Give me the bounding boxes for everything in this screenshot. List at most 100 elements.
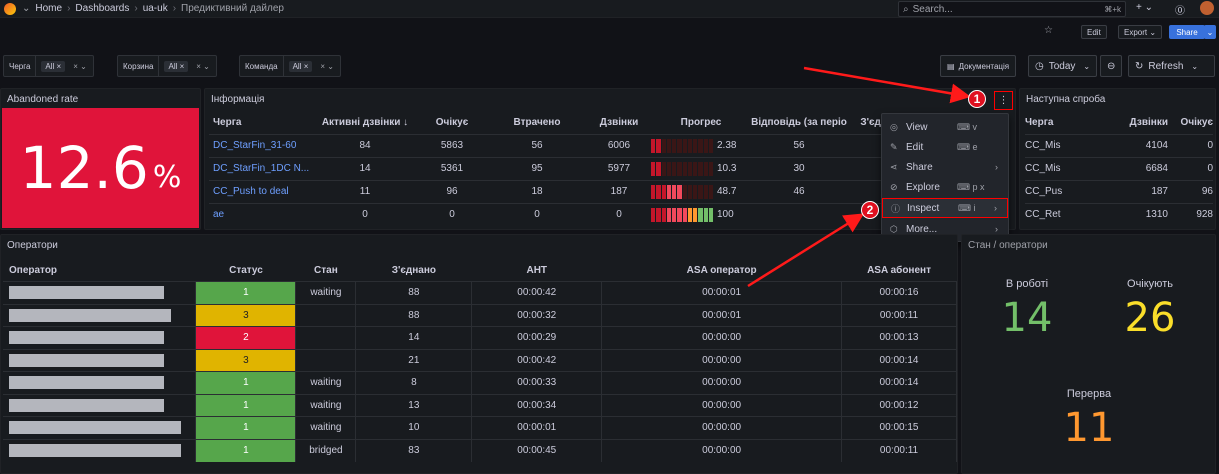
cell: 00:00:33 [471,371,603,394]
progress-gauge [651,207,713,222]
compass-icon: ⊘ [890,181,898,192]
cell: 00:00:00 [601,438,843,462]
column-header[interactable]: З'єднано [356,259,472,282]
cell: 0 [313,202,417,226]
queue-link[interactable]: DC_StarFin_31-60 [209,133,313,157]
queue-link[interactable]: CC_Push to deal [209,179,313,203]
edit-button[interactable]: Edit [1081,25,1107,39]
breadcrumb-home[interactable]: Home [35,3,62,14]
cell: waiting [295,371,357,394]
help-icon[interactable]: ⓪ [1175,2,1185,17]
column-header[interactable]: ASA абонент [842,259,957,282]
cell: 30 [751,156,847,180]
chevron-down-icon: ⌄ [1191,61,1199,71]
variable-chip[interactable]: All × [288,60,313,72]
cell [295,326,357,349]
variable-team[interactable]: Команда All × × ⌄ [239,55,341,77]
share-button[interactable]: Share [1169,25,1205,39]
add-icon[interactable]: + ⌄ [1136,2,1153,13]
status-cell: 1 [195,416,297,439]
cube-icon: ⬡ [890,223,898,234]
clear-chevron-icon[interactable]: × ⌄ [320,62,334,71]
variable-chip[interactable]: All × [41,60,66,72]
panel-menu-kebab-icon[interactable]: ⋮ [994,91,1013,110]
table-row: 3 88 00:00:32 00:00:01 00:00:11 [3,303,957,327]
clear-chevron-icon[interactable]: × ⌄ [73,62,87,71]
column-header[interactable]: AHT [472,259,602,282]
cell: CC_Ret [1025,202,1080,226]
variable-bin[interactable]: Корзина All × × ⌄ [117,55,217,77]
keyboard-icon: ⌨ v [957,121,977,132]
column-header[interactable]: Активні дзвінки ↓ [313,111,417,134]
cell: 187 [587,179,651,203]
table-row: CC_Mis 6684 0 [1025,156,1213,180]
clear-chevron-icon[interactable]: × ⌄ [196,62,210,71]
table-header-row: Оператор Статус Стан З'єднано AHT ASA оп… [3,259,957,282]
cell [295,303,357,327]
menu-item-explore[interactable]: ⊘ Explore ⌨ p x [882,177,1008,197]
zoom-out-button[interactable]: ⊖ [1100,55,1123,77]
table-row: 1 bridged 83 00:00:45 00:00:00 00:00:11 [3,438,957,462]
next-attempt-table: Черга Дзвінки Очікує CC_Mis 4104 0 CC_Mis 6… [1025,111,1213,226]
queue-link[interactable]: ae [209,202,313,226]
cell: 00:00:15 [841,416,957,439]
variable-chip[interactable]: All × [164,60,189,72]
column-header[interactable]: Стан [296,259,356,282]
grafana-logo-icon[interactable] [4,2,16,15]
variable-queue[interactable]: Черга All × × ⌄ [3,55,94,77]
operator-name-redacted [3,438,197,462]
chevron-down-icon[interactable]: ⌄ [22,3,30,14]
column-header[interactable]: Прогрес [651,111,751,134]
search-input[interactable]: ⌕ Search... ⌘+k [898,1,1126,17]
cell: 18 [487,179,587,203]
menu-label: Share [906,161,933,173]
cell: 00:00:32 [471,303,603,327]
export-button[interactable]: Export ⌄ [1118,25,1163,39]
info-circle-icon: ⓘ [891,203,901,214]
column-header[interactable]: Черга [1025,111,1080,134]
doc-icon: ▤ [947,61,955,71]
column-header[interactable]: Оператор [3,259,196,282]
avatar[interactable] [1200,1,1214,15]
dashboard-toolbar: ☆ Edit Export ⌄ Share ⌄ [0,19,1219,45]
menu-label: Edit [906,141,924,153]
panel-title: Стан / оператори [968,240,1048,251]
info-table: Черга Активні дзвінки ↓ Очікує Втрачено … [209,111,929,226]
cell: CC_Mis [1025,133,1080,157]
column-header[interactable]: Втрачено [487,111,587,134]
cell: waiting [295,416,357,439]
column-header[interactable]: Черга [209,111,313,134]
menu-item-edit[interactable]: ✎ Edit ⌨ e [882,137,1008,157]
docs-button[interactable]: ▤ Документація [940,55,1017,77]
share-dropdown-chevron-icon[interactable]: ⌄ [1204,25,1216,39]
star-icon[interactable]: ☆ [1044,25,1053,36]
column-header[interactable]: Статус [196,259,296,282]
table-row: DC_StarFin_1DC N... 14 5361 95 5977 10.3… [209,156,929,180]
breadcrumb-folder[interactable]: ua-uk [143,3,168,14]
progress-value: 48.7 [717,186,737,197]
column-header[interactable]: Дзвінки [1080,111,1168,134]
cell: 00:00:00 [601,416,843,439]
queue-link[interactable]: DC_StarFin_1DC N... [209,156,313,180]
table-row: CC_Ret 1310 928 [1025,202,1213,226]
breadcrumb-separator: › [67,3,71,14]
column-header[interactable]: Дзвінки [587,111,651,134]
cell: bridged [295,438,357,462]
status-cell: 1 [195,438,297,462]
menu-item-inspect[interactable]: ⓘ Inspect ⌨ i › [882,198,1008,218]
column-header[interactable]: Очікує [1168,111,1213,134]
column-header[interactable]: Відповідь (за періо [751,111,847,134]
menu-item-share[interactable]: ⋖ Share › [882,157,1008,177]
variable-label: Корзина [118,56,160,76]
breadcrumb-dashboards[interactable]: Dashboards [75,3,129,14]
column-header[interactable]: ASA оператор [602,259,842,282]
search-placeholder: Search... [912,3,953,15]
column-header[interactable]: Очікує [417,111,487,134]
time-picker[interactable]: ◷ Today ⌄ [1028,55,1098,77]
cell: 96 [1168,179,1213,203]
menu-item-view[interactable]: ◎ View ⌨ v [882,117,1008,137]
refresh-button[interactable]: ↻ Refresh ⌄ [1128,55,1215,77]
operator-name-redacted [3,371,197,394]
cell: 00:00:00 [601,348,843,372]
stat-label: В роботі [1005,278,1049,290]
